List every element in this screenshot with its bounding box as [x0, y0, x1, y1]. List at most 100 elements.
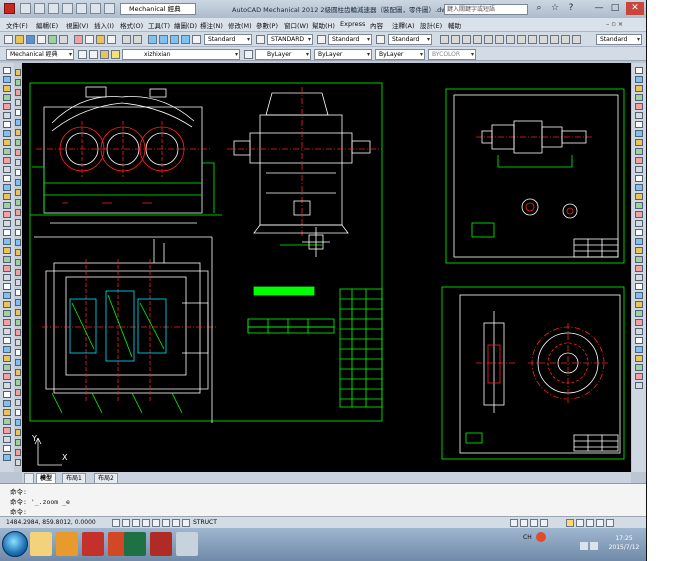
tool-icon[interactable] — [3, 238, 11, 245]
tool-icon[interactable] — [635, 364, 643, 371]
explorer-icon[interactable] — [30, 532, 52, 556]
match-properties-icon[interactable] — [107, 35, 116, 44]
undo-icon[interactable] — [90, 3, 101, 14]
tool-icon[interactable] — [635, 175, 643, 182]
osnap-icon[interactable] — [152, 519, 160, 527]
modify-tool-icon[interactable] — [15, 319, 21, 326]
right-style-select[interactable]: Standard — [596, 34, 642, 45]
modify-tool-icon[interactable] — [15, 349, 21, 356]
snap-icon[interactable] — [112, 519, 120, 527]
menu-insert[interactable]: 插入(I) — [94, 20, 114, 30]
copy-icon[interactable] — [85, 35, 94, 44]
tool-icon[interactable] — [635, 265, 643, 272]
tool-icon[interactable] — [3, 85, 11, 92]
tool-icon[interactable] — [635, 274, 643, 281]
modify-tool-icon[interactable] — [15, 109, 21, 116]
modify-tool-icon[interactable] — [15, 239, 21, 246]
menu-format[interactable]: 格式(O) — [120, 20, 143, 30]
dim-style-select[interactable]: STANDARD — [267, 34, 313, 45]
pdf-icon[interactable] — [82, 532, 104, 556]
tool-icon[interactable] — [3, 130, 11, 137]
modify-tool-icon[interactable] — [15, 419, 21, 426]
menu-content[interactable]: 內容 — [370, 20, 383, 30]
text-style-select[interactable]: Standard — [204, 34, 252, 45]
toolbar-icon[interactable] — [528, 35, 537, 44]
open-icon[interactable] — [15, 35, 24, 44]
menu-draw[interactable]: 繪圖(D) — [174, 20, 197, 30]
menu-dimension[interactable]: 標注(N) — [200, 20, 223, 30]
tool-icon[interactable] — [635, 292, 643, 299]
ortho-icon[interactable] — [132, 519, 140, 527]
tool-icon[interactable] — [635, 355, 643, 362]
tool-icon[interactable] — [3, 391, 11, 398]
paste-icon[interactable] — [96, 35, 105, 44]
search-icon[interactable]: ⌕ — [532, 2, 546, 15]
open-file-icon[interactable] — [34, 3, 45, 14]
tool-icon[interactable] — [635, 220, 643, 227]
save-as-icon[interactable] — [62, 3, 73, 14]
modify-tool-icon[interactable] — [15, 249, 21, 256]
tool-icon[interactable] — [635, 247, 643, 254]
modify-tool-icon[interactable] — [15, 299, 21, 306]
modify-tool-icon[interactable] — [15, 459, 21, 466]
tool-icon[interactable] — [3, 157, 11, 164]
modify-tool-icon[interactable] — [15, 379, 21, 386]
system-clock[interactable]: 17:25 2015/7/12 — [604, 534, 644, 552]
save-icon[interactable] — [26, 35, 35, 44]
tool-icon[interactable] — [3, 166, 11, 173]
modify-tool-icon[interactable] — [15, 219, 21, 226]
info-center-icon[interactable]: ☆ — [548, 2, 562, 15]
tool-icon[interactable] — [635, 373, 643, 380]
tool-icon[interactable] — [3, 409, 11, 416]
workspace-icon[interactable] — [440, 35, 449, 44]
menu-restore-icon[interactable]: – ▫ × — [606, 20, 623, 28]
tool-icon[interactable] — [3, 454, 11, 461]
toolbar-icon[interactable] — [89, 50, 98, 59]
help-icon[interactable]: ? — [564, 2, 578, 15]
layer-previous-icon[interactable] — [244, 50, 253, 59]
command-line[interactable]: 命令: 命令: '_.zoom _e 命令: — [0, 483, 646, 516]
tool-icon[interactable] — [3, 76, 11, 83]
tool-icon[interactable] — [3, 337, 11, 344]
minimize-button[interactable]: — — [592, 2, 606, 15]
tool-icon[interactable] — [3, 328, 11, 335]
workspace-select[interactable]: Mechanical 經典 — [120, 3, 196, 15]
tool-icon[interactable] — [3, 445, 11, 452]
autocad-taskbar-icon[interactable] — [150, 532, 172, 556]
ducs-icon[interactable] — [172, 519, 180, 527]
new-file-icon[interactable] — [20, 3, 31, 14]
modify-tool-icon[interactable] — [15, 369, 21, 376]
color-select[interactable]: ByLayer — [255, 49, 311, 60]
tool-icon[interactable] — [3, 310, 11, 317]
input-language[interactable]: CH — [523, 534, 532, 541]
tool-icon[interactable] — [3, 229, 11, 236]
tool-icon[interactable] — [635, 148, 643, 155]
modify-tool-icon[interactable] — [15, 389, 21, 396]
modify-tool-icon[interactable] — [15, 439, 21, 446]
toolbar-icon[interactable] — [473, 35, 482, 44]
annotation-scale-icon[interactable] — [566, 519, 574, 527]
tool-icon[interactable] — [3, 346, 11, 353]
redo-icon[interactable] — [104, 3, 115, 14]
tool-icon[interactable] — [635, 130, 643, 137]
toolbar-icon[interactable] — [550, 35, 559, 44]
struct-toggle[interactable]: STRUCT — [193, 519, 217, 526]
modify-tool-icon[interactable] — [15, 279, 21, 286]
tool-icon[interactable] — [635, 202, 643, 209]
tool-icon[interactable] — [635, 346, 643, 353]
tool-icon[interactable] — [635, 121, 643, 128]
publish-icon[interactable] — [59, 35, 68, 44]
redo-icon[interactable] — [133, 35, 142, 44]
isolate-icon[interactable] — [596, 519, 604, 527]
tool-icon[interactable] — [3, 202, 11, 209]
menu-parametric[interactable]: 參數(P) — [256, 20, 278, 30]
modify-tool-icon[interactable] — [15, 139, 21, 146]
tool-icon[interactable] — [3, 373, 11, 380]
modify-tool-icon[interactable] — [15, 99, 21, 106]
network-icon[interactable] — [580, 542, 588, 550]
tool-icon[interactable] — [635, 184, 643, 191]
modify-tool-icon[interactable] — [15, 409, 21, 416]
tool-icon[interactable] — [3, 139, 11, 146]
tool-icon[interactable] — [3, 355, 11, 362]
start-button[interactable] — [2, 531, 28, 557]
